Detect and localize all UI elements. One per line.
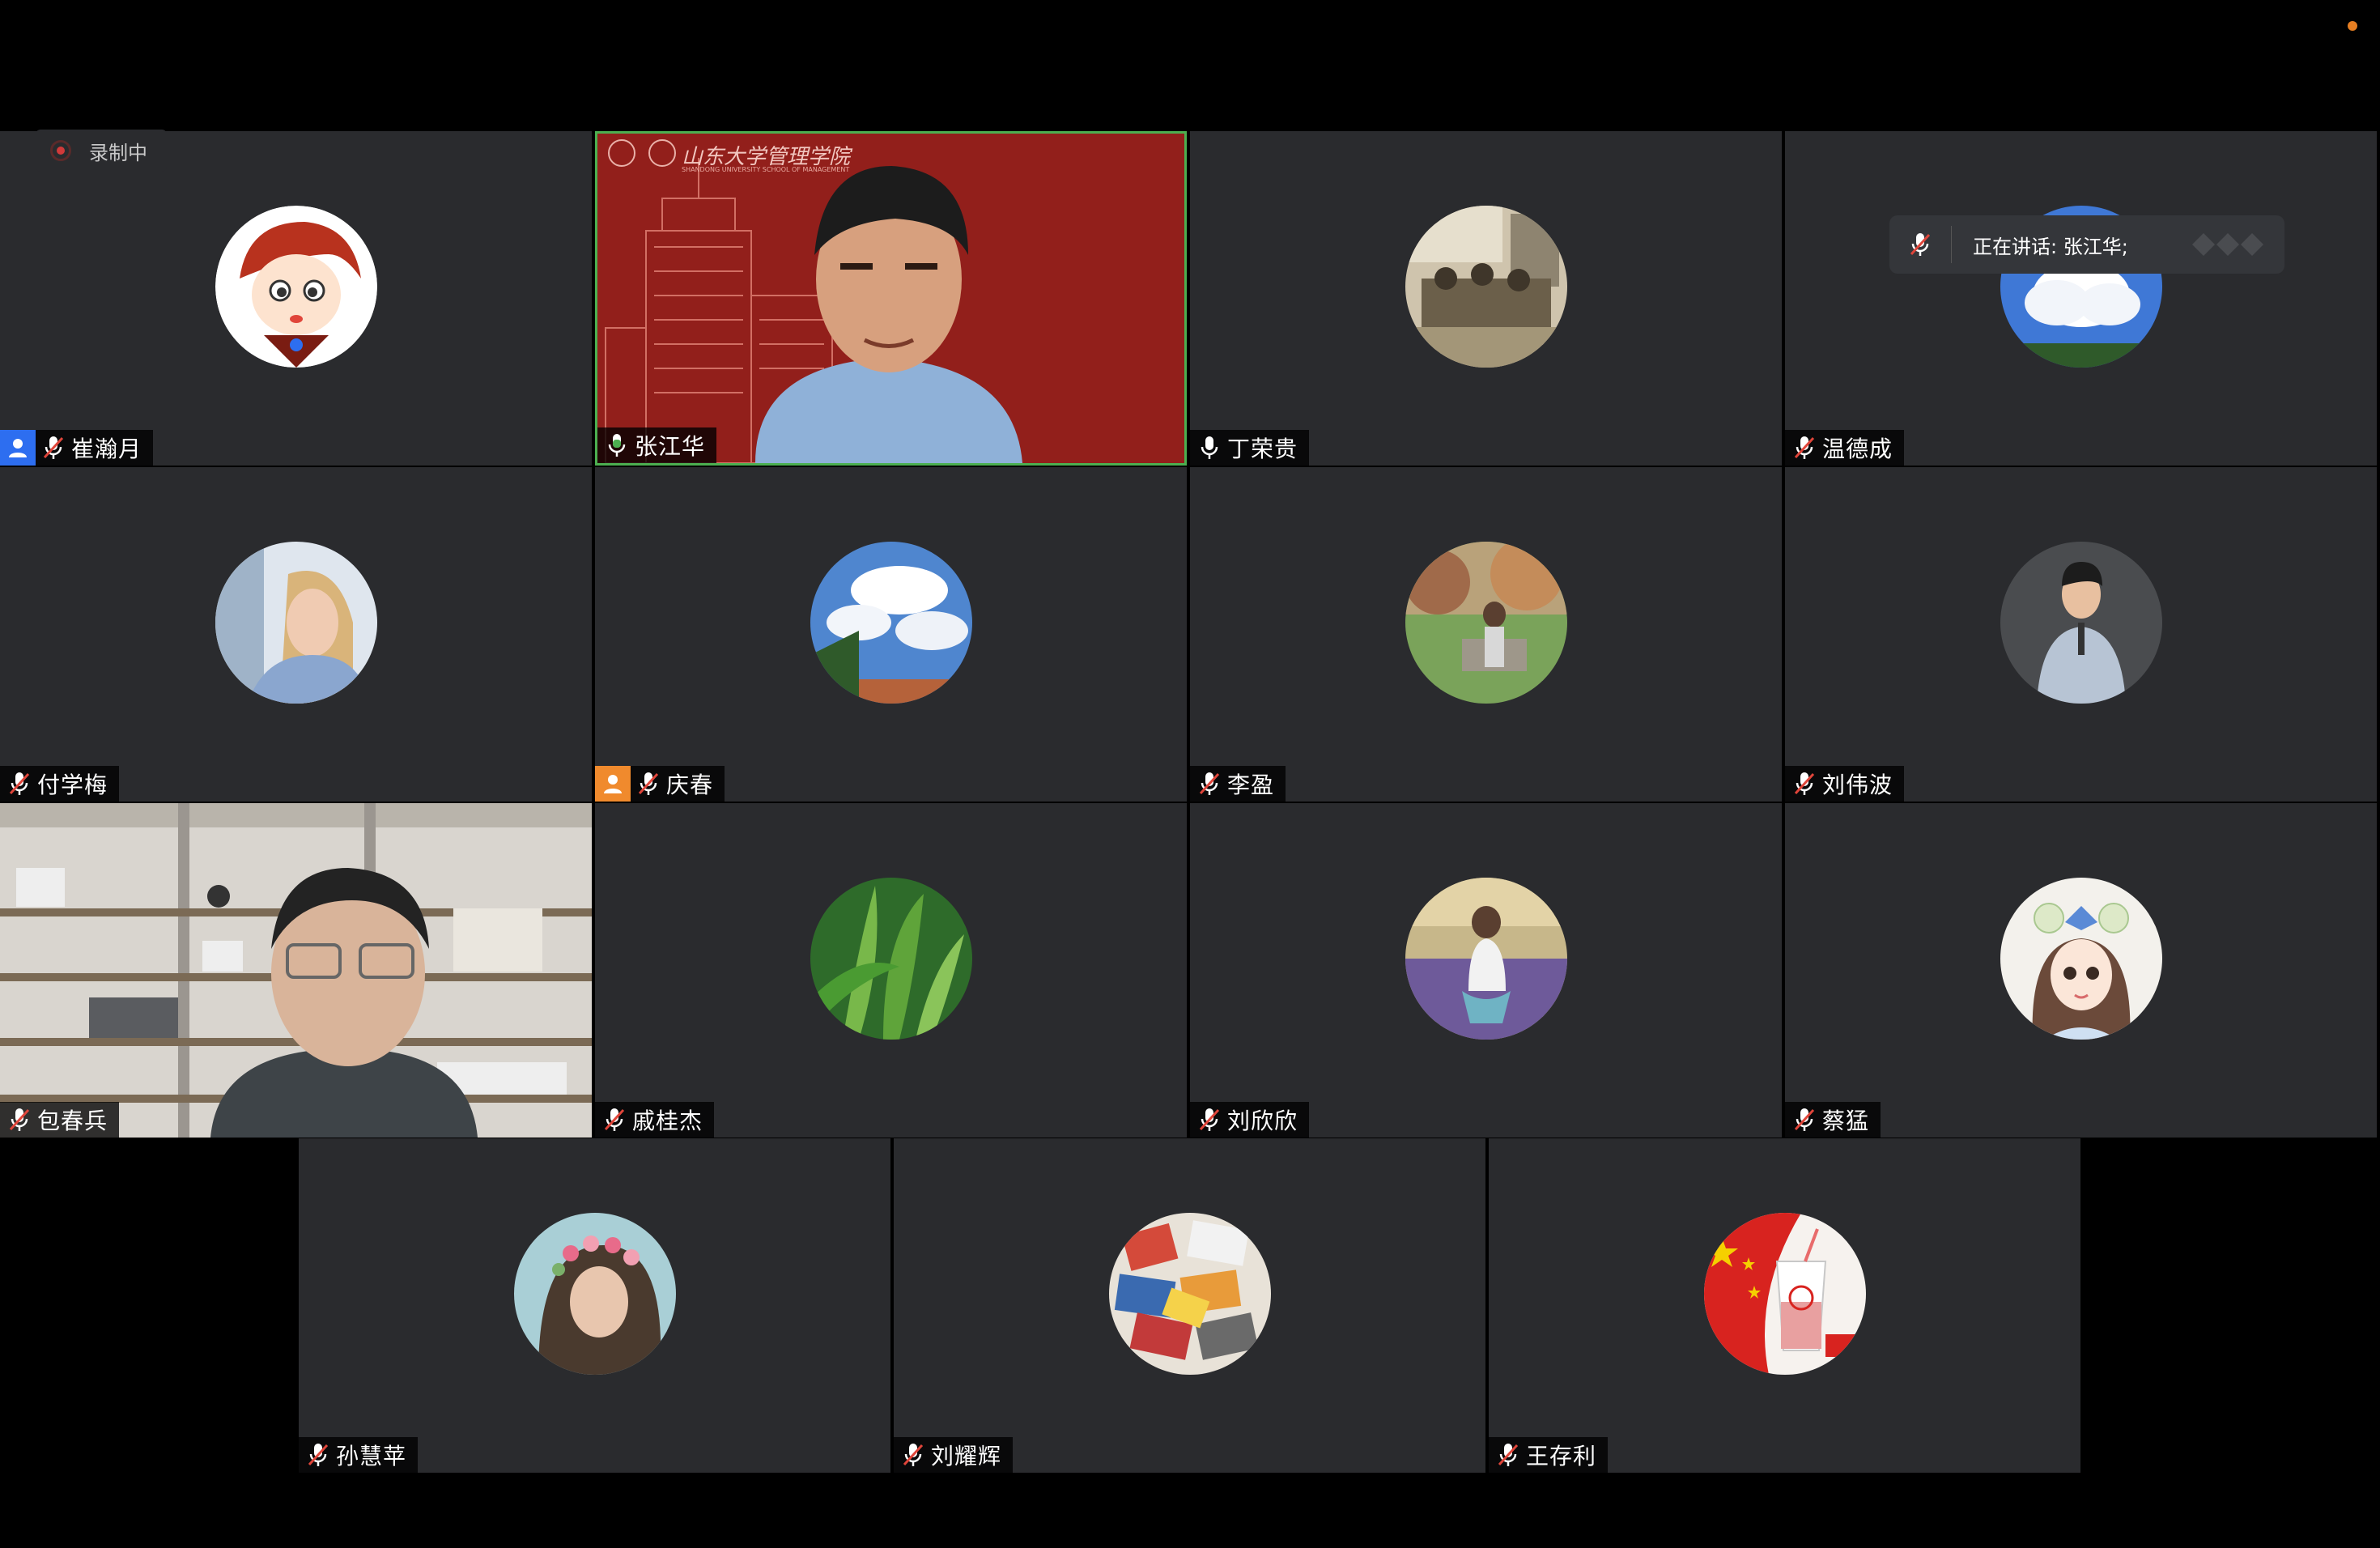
avatar — [1703, 1213, 1866, 1375]
participant-name: 戚桂杰 — [632, 1108, 703, 1134]
participant-tile[interactable]: 刘耀辉 — [894, 1138, 1485, 1473]
mic-muted-icon — [307, 1442, 329, 1468]
mic-muted-icon — [1198, 1107, 1221, 1133]
name-label: 庆春 — [595, 766, 725, 802]
name-label: 蔡猛 — [1785, 1102, 1881, 1138]
mic-muted-icon — [1793, 1107, 1816, 1133]
name-label: 付学梅 — [0, 766, 120, 802]
mic-muted-icon — [8, 1107, 31, 1133]
participant-name: 刘伟波 — [1822, 772, 1893, 798]
participant-name: 崔瀚月 — [71, 436, 142, 462]
participant-tile[interactable]: 丁荣贵 — [1190, 131, 1782, 466]
participant-name: 刘耀辉 — [931, 1443, 1002, 1469]
mic-muted-icon — [902, 1442, 924, 1468]
mic-icon — [1198, 435, 1221, 461]
mic-muted-icon — [8, 771, 31, 797]
name-label: 刘欣欣 — [1190, 1102, 1310, 1138]
participant-name: 王存利 — [1526, 1443, 1597, 1469]
participant-tile[interactable]: 戚桂杰 — [595, 803, 1187, 1138]
participant-tile[interactable]: 孙慧苹 — [299, 1138, 890, 1473]
video-feed — [0, 803, 592, 1138]
mic-muted-icon — [1497, 1442, 1519, 1468]
participant-tile[interactable]: 庆春 — [595, 467, 1187, 802]
name-label: 包春兵 — [0, 1102, 120, 1138]
recording-indicator[interactable]: 录制中 — [36, 130, 167, 172]
avatar — [810, 878, 972, 1040]
divider — [1951, 226, 1952, 263]
avatar — [2000, 542, 2162, 704]
name-label: 刘耀辉 — [894, 1437, 1014, 1473]
avatar — [513, 1213, 676, 1375]
participant-tile[interactable]: 王存利 — [1489, 1138, 2080, 1473]
mic-speaking-icon — [606, 432, 628, 458]
recording-label: 录制中 — [89, 141, 147, 164]
name-label: 孙慧苹 — [299, 1437, 419, 1473]
participant-name: 庆春 — [666, 772, 714, 798]
host-badge-icon — [0, 430, 36, 466]
participant-tile[interactable]: 崔瀚月 — [0, 131, 592, 466]
name-label: 刘伟波 — [1785, 766, 1905, 802]
participant-tile-active[interactable]: 山东大学管理学院 SHANDONG UNIVERSITY SCHOOL OF M… — [595, 131, 1187, 466]
participant-tile[interactable]: 包春兵 — [0, 803, 592, 1138]
participant-name: 丁荣贵 — [1227, 436, 1298, 462]
avatar — [1405, 542, 1567, 704]
name-label: 王存利 — [1489, 1437, 1609, 1473]
avatar — [2000, 878, 2162, 1040]
mic-muted-icon — [42, 435, 65, 461]
active-speaker-banner: 正在讲话: 张江华; — [1889, 215, 2284, 274]
mic-muted-icon — [637, 771, 660, 797]
participant-tile[interactable]: 刘伟波 — [1785, 467, 2377, 802]
participant-name: 付学梅 — [37, 772, 108, 798]
participant-name: 蔡猛 — [1822, 1108, 1870, 1134]
participant-tile[interactable]: 刘欣欣 — [1190, 803, 1782, 1138]
status-dot — [2348, 21, 2357, 31]
avatar — [215, 206, 377, 368]
video-feed — [597, 134, 1184, 463]
mic-muted-icon — [1793, 771, 1816, 797]
avatar — [215, 542, 377, 704]
mic-muted-icon — [1909, 232, 1932, 257]
participant-tile[interactable]: 李盈 — [1190, 467, 1782, 802]
participant-tile[interactable]: 温德成 — [1785, 131, 2377, 466]
participant-tile[interactable]: 蔡猛 — [1785, 803, 2377, 1138]
drag-handle-icon[interactable] — [2192, 233, 2263, 256]
mic-muted-icon — [603, 1107, 626, 1133]
name-label: 丁荣贵 — [1190, 430, 1310, 466]
participant-name: 刘欣欣 — [1227, 1108, 1298, 1134]
participant-name: 孙慧苹 — [336, 1443, 407, 1469]
avatar — [810, 542, 972, 704]
avatar — [1108, 1213, 1271, 1375]
banner-subtext: SHANDONG UNIVERSITY SCHOOL OF MANAGEMENT — [682, 166, 850, 173]
participant-name: 温德成 — [1822, 436, 1893, 462]
participant-name: 包春兵 — [37, 1108, 108, 1134]
participant-tile[interactable]: 付学梅 — [0, 467, 592, 802]
name-label: 崔瀚月 — [0, 430, 154, 466]
name-label: 温德成 — [1785, 430, 1905, 466]
record-icon — [50, 140, 71, 161]
cohost-badge-icon — [595, 766, 631, 802]
speaking-label: 正在讲话: 张江华; — [1973, 235, 2128, 258]
name-label: 张江华 — [597, 427, 717, 463]
mic-muted-icon — [1198, 771, 1221, 797]
avatar — [1405, 878, 1567, 1040]
participant-name: 李盈 — [1227, 772, 1275, 798]
participant-name: 张江华 — [635, 433, 706, 460]
mic-muted-icon — [1793, 435, 1816, 461]
name-label: 戚桂杰 — [595, 1102, 715, 1138]
avatar — [1405, 206, 1567, 368]
name-label: 李盈 — [1190, 766, 1286, 802]
